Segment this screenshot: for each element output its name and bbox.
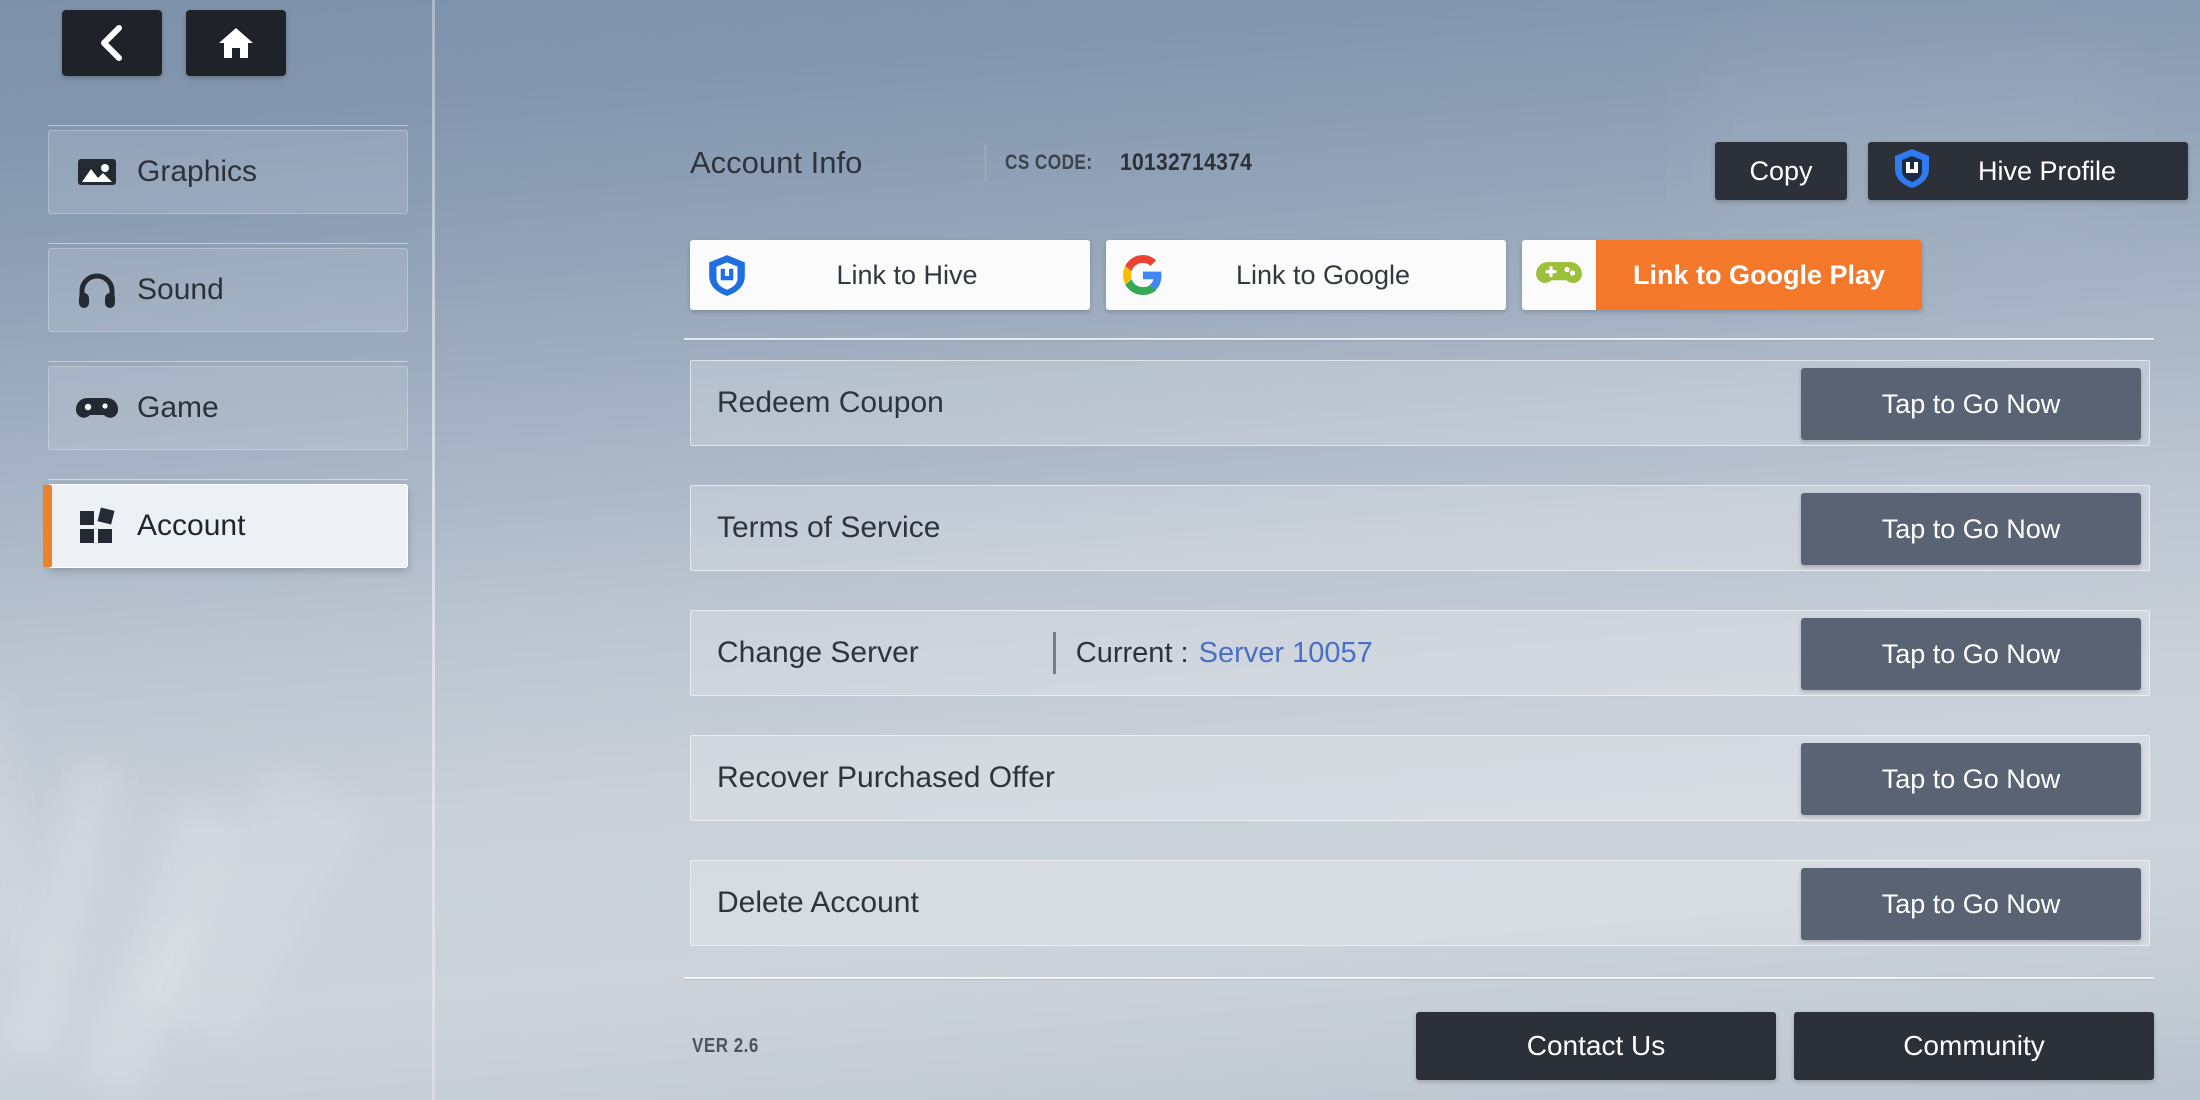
cs-code-block: CS CODE: 10132714374: [984, 145, 1270, 181]
group-rule: [48, 243, 408, 244]
row-label: Terms of Service: [717, 511, 940, 545]
settings-screen: Graphics Sound: [0, 0, 2200, 1100]
image-icon: [75, 150, 119, 194]
sidebar-divider: [432, 0, 435, 1100]
community-label: Community: [1903, 1030, 2045, 1062]
section-divider-bottom: [684, 977, 2154, 979]
contact-us-button[interactable]: Contact Us: [1416, 1012, 1776, 1080]
hive-shield-icon: [1892, 147, 1932, 196]
table-row[interactable]: Change Server Current : Server 10057 Tap…: [690, 610, 2150, 696]
go-button-label: Tap to Go Now: [1882, 764, 2061, 795]
group-rule: [48, 361, 408, 362]
sidebar-item-label: Graphics: [137, 155, 257, 189]
background-artwork: [137, 761, 373, 1048]
go-button-label: Tap to Go Now: [1882, 514, 2061, 545]
link-to-google-play-plate: Link to Google Play: [1596, 240, 1922, 310]
google-g-icon: [1106, 240, 1180, 310]
current-server-label: Current :: [1076, 637, 1189, 670]
hive-profile-label: Hive Profile: [1932, 156, 2188, 187]
copy-button[interactable]: Copy: [1715, 142, 1847, 200]
go-button-label: Tap to Go Now: [1882, 389, 2061, 420]
version-label: VER 2.6: [692, 1035, 759, 1058]
sidebar-group-graphics: Graphics: [48, 130, 408, 214]
account-panel: Account Info CS CODE: 10132714374 Copy H…: [640, 0, 2200, 1100]
link-to-google-button[interactable]: Link to Google: [1106, 240, 1506, 310]
redeem-coupon-go-button[interactable]: Tap to Go Now: [1801, 368, 2141, 440]
link-to-google-play-label: Link to Google Play: [1596, 260, 1922, 291]
delete-account-go-button[interactable]: Tap to Go Now: [1801, 868, 2141, 940]
copy-button-label: Copy: [1749, 156, 1812, 187]
sidebar-group-account: Account: [48, 484, 408, 568]
link-to-hive-button[interactable]: Link to Hive: [690, 240, 1090, 310]
row-label: Recover Purchased Offer: [717, 761, 1055, 795]
current-server-value: Server 10057: [1199, 637, 1373, 670]
sidebar-item-label: Game: [137, 391, 219, 425]
current-server-meta: Current : Server 10057: [1053, 632, 1373, 674]
table-row[interactable]: Redeem Coupon Tap to Go Now: [690, 360, 2150, 446]
community-button[interactable]: Community: [1794, 1012, 2154, 1080]
vertical-separator: [984, 145, 987, 181]
hive-shield-icon: [690, 240, 764, 310]
page-title: Account Info: [690, 145, 862, 181]
background-artwork: [0, 688, 38, 952]
section-divider-top: [684, 338, 2154, 340]
terms-of-service-go-button[interactable]: Tap to Go Now: [1801, 493, 2141, 565]
link-to-google-label: Link to Google: [1180, 260, 1506, 291]
sidebar-item-sound[interactable]: Sound: [48, 248, 408, 332]
sidebar: Graphics Sound: [48, 130, 408, 602]
options-list: Redeem Coupon Tap to Go Now Terms of Ser…: [690, 360, 2150, 985]
footer-buttons: Contact Us Community: [1416, 1012, 2154, 1080]
table-row[interactable]: Terms of Service Tap to Go Now: [690, 485, 2150, 571]
change-server-go-button[interactable]: Tap to Go Now: [1801, 618, 2141, 690]
sidebar-item-label: Account: [137, 509, 245, 543]
sidebar-item-graphics[interactable]: Graphics: [48, 130, 408, 214]
google-play-games-icon: [1522, 240, 1596, 310]
home-button[interactable]: [186, 10, 286, 76]
cs-code-label: CS CODE:: [1005, 151, 1092, 175]
headphones-icon: [75, 268, 119, 312]
sidebar-item-label: Sound: [137, 273, 224, 307]
sidebar-group-game: Game: [48, 366, 408, 450]
background-artwork: [81, 798, 242, 1100]
row-label: Redeem Coupon: [717, 386, 944, 420]
hive-profile-button[interactable]: Hive Profile: [1868, 142, 2188, 200]
chevron-left-icon: [97, 23, 127, 63]
link-to-google-play-button[interactable]: Link to Google Play: [1522, 240, 1922, 310]
table-row[interactable]: Delete Account Tap to Go Now: [690, 860, 2150, 946]
sidebar-item-game[interactable]: Game: [48, 366, 408, 450]
home-icon: [217, 25, 255, 61]
vertical-separator: [1053, 632, 1056, 674]
table-row[interactable]: Recover Purchased Offer Tap to Go Now: [690, 735, 2150, 821]
contact-us-label: Contact Us: [1527, 1030, 1666, 1062]
cs-code-value: 10132714374: [1120, 149, 1252, 177]
group-rule: [48, 479, 408, 480]
sidebar-item-account[interactable]: Account: [48, 484, 408, 568]
recover-purchased-offer-go-button[interactable]: Tap to Go Now: [1801, 743, 2141, 815]
top-navigation: [62, 10, 286, 76]
group-rule: [48, 125, 408, 126]
background-artwork: [4, 759, 121, 1061]
row-label: Change Server: [717, 636, 919, 670]
back-button[interactable]: [62, 10, 162, 76]
go-button-label: Tap to Go Now: [1882, 889, 2061, 920]
go-button-label: Tap to Go Now: [1882, 639, 2061, 670]
gamepad-icon: [75, 386, 119, 430]
link-to-hive-label: Link to Hive: [764, 260, 1090, 291]
row-label: Delete Account: [717, 886, 919, 920]
grid-squares-icon: [75, 504, 119, 548]
link-account-buttons: Link to Hive Link to Google: [690, 240, 1922, 310]
sidebar-group-sound: Sound: [48, 248, 408, 332]
